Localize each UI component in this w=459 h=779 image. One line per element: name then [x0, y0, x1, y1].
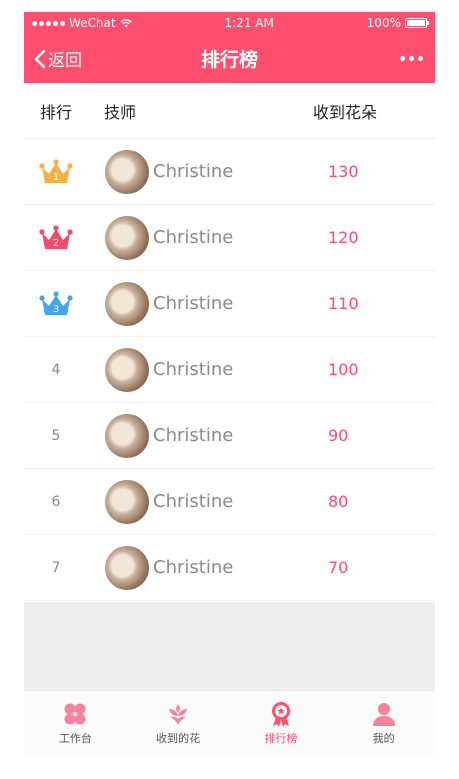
tab-label: 工作台 [58, 731, 92, 745]
tab-workbench[interactable]: 工作台 [24, 691, 127, 755]
table-row[interactable]: 2 Christine 120 [24, 205, 435, 271]
tab-bar: 工作台 收到的花 排行榜 我的 [24, 690, 435, 755]
phone-screen: WeChat 1:21 AM 100% 返回 排行榜 排行 技师 收到花朵 1 … [24, 12, 435, 755]
rank-number: 2 [53, 238, 59, 249]
tab-label: 收到的花 [156, 731, 201, 745]
wifi-icon [119, 18, 132, 27]
avatar [105, 149, 149, 194]
status-bar: WeChat 1:21 AM 100% [24, 12, 435, 34]
rank-cell: 1 [24, 158, 88, 186]
avatar [105, 413, 149, 458]
flower-count: 80 [328, 492, 349, 511]
rank-cell: 6 [24, 494, 88, 510]
status-left: WeChat [32, 16, 132, 30]
flower-count: 70 [328, 558, 349, 577]
table-row[interactable]: 1 Christine 130 [24, 139, 435, 205]
tab-label: 我的 [372, 731, 395, 745]
flower-count: 110 [328, 294, 359, 313]
flower-count: 130 [328, 162, 359, 181]
flower-count: 100 [328, 360, 359, 379]
rank-cell: 3 [24, 290, 88, 318]
rank-cell: 4 [24, 362, 88, 378]
technician-name: Christine [153, 161, 234, 182]
rank-number: 4 [51, 361, 61, 378]
tab-label: 排行榜 [264, 731, 298, 745]
back-button[interactable]: 返回 [34, 34, 82, 83]
avatar [105, 479, 149, 524]
avatar [105, 215, 149, 260]
table-row[interactable]: 5 Christine 90 [24, 403, 435, 469]
table-row[interactable]: 6 Christine 80 [24, 469, 435, 535]
rank-number: 3 [53, 304, 59, 315]
chevron-left-icon [34, 49, 46, 68]
technician-name: Christine [153, 293, 234, 314]
crown-icon: 1 [39, 158, 73, 183]
technician-name: Christine [153, 227, 234, 248]
table-row[interactable]: 3 Christine 110 [24, 271, 435, 337]
rank-number: 7 [51, 559, 61, 576]
more-button[interactable] [400, 34, 423, 83]
rank-number: 5 [51, 427, 61, 444]
flower-count: 120 [328, 228, 359, 247]
technician-name: Christine [153, 491, 234, 512]
tab-received-flowers[interactable]: 收到的花 [127, 691, 230, 755]
clover-icon [64, 703, 86, 724]
technician-cell: Christine [88, 215, 325, 260]
crown-icon: 2 [39, 224, 73, 249]
rank-cell: 2 [24, 224, 88, 252]
rank-number: 6 [51, 493, 61, 510]
carrier-label: WeChat [69, 16, 116, 30]
signal-icon [32, 20, 65, 26]
header-flowers: 收到花朵 [313, 102, 378, 122]
status-time: 1:21 AM [224, 16, 274, 30]
table-row[interactable]: 4 Christine 100 [24, 337, 435, 403]
tab-leaderboard[interactable]: 排行榜 [230, 691, 333, 755]
technician-name: Christine [153, 557, 234, 578]
profile-icon [372, 702, 395, 726]
rank-cell: 5 [24, 428, 88, 444]
technician-cell: Christine [88, 413, 325, 458]
technician-name: Christine [153, 359, 234, 380]
table-row[interactable]: 7 Christine 70 [24, 535, 435, 601]
table-header: 排行 技师 收到花朵 [24, 83, 435, 139]
header-rank: 排行 [39, 102, 72, 122]
flower-count: 90 [328, 426, 349, 445]
flower-icon [169, 703, 188, 725]
status-right: 100% [366, 16, 429, 30]
page-title: 排行榜 [200, 49, 258, 71]
medal-icon [271, 701, 290, 727]
technician-cell: Christine [88, 281, 325, 326]
back-label: 返回 [48, 51, 82, 71]
empty-area [24, 602, 435, 690]
ranking-list: 1 Christine 130 2 Christine 120 3 Christine 110 4… [24, 139, 435, 601]
technician-cell: Christine [88, 479, 325, 524]
header-technician: 技师 [104, 102, 137, 122]
technician-cell: Christine [88, 149, 325, 194]
rank-cell: 7 [24, 560, 88, 576]
crown-icon: 3 [39, 290, 73, 315]
tab-mine[interactable]: 我的 [332, 691, 435, 755]
avatar [105, 281, 149, 326]
avatar [105, 545, 149, 590]
nav-bar: 返回 排行榜 [24, 34, 435, 83]
avatar [105, 347, 149, 392]
technician-cell: Christine [88, 545, 325, 590]
rank-number: 1 [53, 172, 59, 183]
battery-percent: 100% [366, 16, 401, 30]
technician-name: Christine [153, 425, 234, 446]
battery-icon [404, 18, 429, 28]
technician-cell: Christine [88, 347, 325, 392]
